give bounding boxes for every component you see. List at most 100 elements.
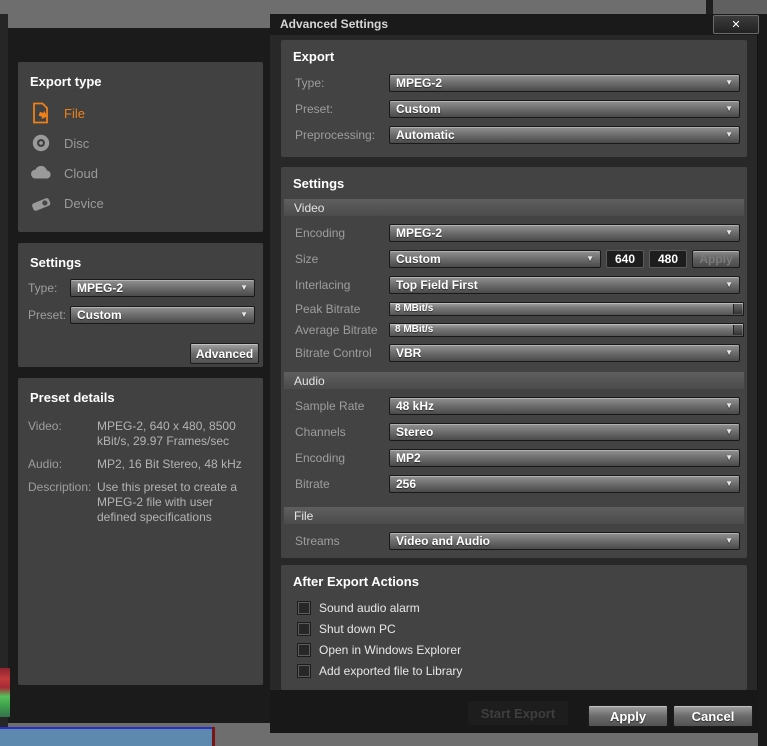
size-width-input[interactable]	[606, 250, 644, 268]
export-type-list: File Disc Cloud Device	[18, 98, 263, 218]
audio-encoding-value: MP2	[396, 451, 421, 465]
checkbox-icon[interactable]	[298, 601, 310, 614]
bitrate-control-dropdown[interactable]: VBR ▼	[389, 344, 740, 362]
size-apply-button[interactable]: Apply	[692, 250, 740, 268]
dialog-settings-panel: Settings Video Encoding MPEG-2 ▼ Size Cu…	[281, 167, 747, 558]
preset-audio-value: MP2, 16 Bit Stereo, 48 kHz	[97, 457, 242, 471]
preset-audio-row: Audio: MP2, 16 Bit Stereo, 48 kHz	[28, 457, 255, 472]
type-dropdown-value: MPEG-2	[77, 281, 124, 295]
bitrate-control-value: VBR	[396, 346, 422, 360]
size-label: Size	[295, 252, 319, 266]
chevron-down-icon: ▼	[725, 130, 733, 139]
sample-rate-dropdown[interactable]: 48 kHz ▼	[389, 397, 740, 415]
sample-rate-value: 48 kHz	[396, 399, 435, 413]
streams-label: Streams	[295, 534, 340, 548]
average-bitrate-slider[interactable]: 8 MBit/s	[389, 322, 744, 337]
cancel-button[interactable]: Cancel	[673, 705, 753, 727]
preset-description-value: Use this preset to create a MPEG-2 file …	[97, 480, 238, 524]
export-type-value: MPEG-2	[396, 76, 443, 90]
advanced-settings-dialog: Advanced Settings ✕ Export Type: MPEG-2 …	[270, 14, 759, 733]
close-button[interactable]: ✕	[713, 15, 759, 34]
interlacing-dropdown[interactable]: Top Field First ▼	[389, 276, 740, 294]
chevron-down-icon: ▼	[586, 254, 594, 263]
dialog-title: Advanced Settings	[280, 17, 389, 31]
settings-panel: Settings Type: MPEG-2 ▼ Preset: Custom ▼…	[18, 243, 263, 367]
video-encoding-value: MPEG-2	[396, 226, 443, 240]
settings-title: Settings	[30, 255, 82, 270]
export-type-item-cloud[interactable]: Cloud	[18, 158, 263, 188]
export-preset-dropdown[interactable]: Custom ▼	[389, 100, 740, 118]
preset-dropdown[interactable]: Custom ▼	[70, 306, 255, 324]
timeline-playhead[interactable]	[212, 727, 215, 746]
dialog-settings-title: Settings	[293, 176, 345, 191]
chevron-down-icon: ▼	[725, 453, 733, 462]
dialog-export-panel: Export Type: MPEG-2 ▼ Preset: Custom ▼ P…	[281, 40, 747, 157]
size-dropdown[interactable]: Custom ▼	[389, 250, 601, 268]
checkbox-row-open-explorer[interactable]: Open in Windows Explorer	[281, 639, 747, 660]
preset-video-label: Video:	[28, 419, 62, 433]
chevron-down-icon: ▼	[240, 283, 248, 292]
preprocessing-dropdown[interactable]: Automatic ▼	[389, 126, 740, 144]
audio-bitrate-dropdown[interactable]: 256 ▼	[389, 475, 740, 493]
average-bitrate-value: 8 MBit/s	[395, 324, 434, 335]
preset-description-row: Description: Use this preset to create a…	[28, 480, 255, 525]
video-encoding-dropdown[interactable]: MPEG-2 ▼	[389, 224, 740, 242]
chevron-down-icon: ▼	[725, 280, 733, 289]
timeline-clip-thumbnail	[0, 668, 10, 717]
checkbox-row-shutdown-pc[interactable]: Shut down PC	[281, 618, 747, 639]
audio-encoding-dropdown[interactable]: MP2 ▼	[389, 449, 740, 467]
preset-details-title: Preset details	[30, 390, 115, 405]
timeline-clip-bar[interactable]	[0, 727, 212, 746]
preset-audio-label: Audio:	[28, 457, 63, 471]
channels-value: Stereo	[396, 425, 434, 439]
preprocessing-value: Automatic	[396, 128, 455, 142]
interlacing-label: Interlacing	[295, 278, 351, 292]
export-type-item-disc[interactable]: Disc	[18, 128, 263, 158]
chevron-down-icon: ▼	[725, 479, 733, 488]
channels-dropdown[interactable]: Stereo ▼	[389, 423, 740, 441]
chevron-down-icon: ▼	[725, 536, 733, 545]
peak-bitrate-label: Peak Bitrate	[295, 301, 361, 316]
preset-video-value: MPEG-2, 640 x 480, 8500 kBit/s, 29.97 Fr…	[97, 419, 236, 448]
export-type-label: Type:	[295, 76, 325, 90]
checkbox-row-sound-alarm[interactable]: Sound audio alarm	[281, 597, 747, 618]
checkbox-icon[interactable]	[298, 664, 310, 677]
export-type-label: Device	[64, 195, 104, 211]
after-export-actions-panel: After Export Actions Sound audio alarm S…	[281, 565, 747, 690]
apply-button[interactable]: Apply	[588, 705, 668, 727]
checkbox-label: Open in Windows Explorer	[319, 642, 462, 657]
disc-icon	[30, 132, 52, 154]
preset-video-row: Video: MPEG-2, 640 x 480, 8500 kBit/s, 2…	[28, 419, 255, 449]
export-type-dropdown[interactable]: MPEG-2 ▼	[389, 74, 740, 92]
desktop-top-strip	[713, 0, 767, 14]
checkbox-icon[interactable]	[298, 622, 310, 635]
checkbox-icon[interactable]	[298, 643, 310, 656]
type-dropdown[interactable]: MPEG-2 ▼	[70, 279, 255, 297]
checkbox-row-add-to-library[interactable]: Add exported file to Library	[281, 660, 747, 681]
cloud-icon	[30, 162, 52, 184]
peak-bitrate-slider[interactable]: 8 MBit/s	[389, 301, 744, 316]
chevron-down-icon: ▼	[725, 401, 733, 410]
streams-dropdown[interactable]: Video and Audio ▼	[389, 532, 740, 550]
size-height-input[interactable]	[649, 250, 687, 268]
dialog-export-title: Export	[293, 49, 335, 64]
chevron-down-icon: ▼	[725, 348, 733, 357]
chevron-down-icon: ▼	[725, 78, 733, 87]
video-encoding-label: Encoding	[295, 226, 346, 240]
size-value: Custom	[396, 252, 441, 266]
checkbox-label: Sound audio alarm	[319, 600, 420, 615]
preset-label: Preset:	[28, 308, 67, 322]
file-export-icon	[30, 102, 52, 124]
chevron-down-icon: ▼	[725, 228, 733, 237]
export-type-label: Cloud	[64, 165, 98, 181]
audio-bitrate-value: 256	[396, 477, 417, 491]
export-type-label: File	[64, 105, 85, 121]
bitrate-control-label: Bitrate Control	[295, 346, 372, 360]
advanced-button[interactable]: Advanced	[190, 343, 259, 364]
export-type-label: Disc	[64, 135, 90, 151]
export-type-item-file[interactable]: File	[18, 98, 263, 128]
taskbar-notch	[706, 0, 713, 14]
export-type-item-device[interactable]: Device	[18, 188, 263, 218]
channels-label: Channels	[295, 425, 346, 439]
dialog-titlebar[interactable]: Advanced Settings ✕	[270, 14, 759, 35]
